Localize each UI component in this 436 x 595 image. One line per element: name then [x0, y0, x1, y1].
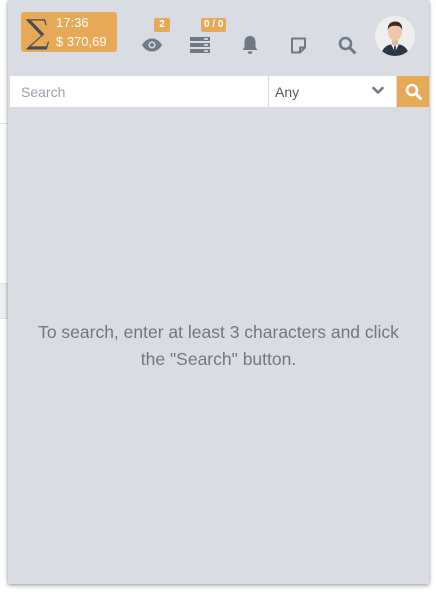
- notes-button[interactable]: [286, 33, 310, 57]
- search-empty-message: To search, enter at least 3 characters a…: [38, 322, 399, 369]
- list-button[interactable]: [188, 33, 212, 57]
- balance-amount: $ 370,69: [56, 34, 107, 49]
- search-panel: ∑ 17:36 $ 370,69 2 0 / 0 Search Any To s…: [8, 0, 429, 584]
- sigma-icon: ∑: [26, 12, 50, 51]
- search-icon: [405, 83, 422, 100]
- notifications-button[interactable]: [238, 33, 262, 57]
- watched-button[interactable]: [140, 33, 164, 57]
- avatar[interactable]: [375, 16, 415, 56]
- background-side-tab: [0, 283, 8, 319]
- eye-icon: [142, 38, 162, 52]
- header-search-button[interactable]: [335, 33, 359, 57]
- user-photo: [375, 16, 415, 56]
- search-icon: [338, 36, 356, 54]
- search-bar: Any: [10, 76, 429, 107]
- search-button[interactable]: [397, 76, 429, 107]
- balance-widget[interactable]: ∑ 17:36 $ 370,69: [21, 12, 117, 52]
- search-input[interactable]: [10, 76, 268, 107]
- chevron-down-icon: [372, 86, 384, 94]
- page: ∑ 17:36 $ 370,69 2 0 / 0 Search Any To s…: [0, 0, 436, 595]
- watched-count-badge: 2: [154, 18, 170, 32]
- search-scope-value: Any: [275, 84, 300, 100]
- note-icon: [290, 37, 306, 53]
- list-icon: [190, 37, 210, 53]
- search-scope-select[interactable]: Any: [268, 76, 396, 107]
- bell-icon: [242, 36, 258, 54]
- list-count-badge: 0 / 0: [201, 18, 227, 32]
- panel-header: ∑ 17:36 $ 370,69 2 0 / 0: [8, 0, 429, 76]
- balance-time: 17:36: [56, 15, 89, 30]
